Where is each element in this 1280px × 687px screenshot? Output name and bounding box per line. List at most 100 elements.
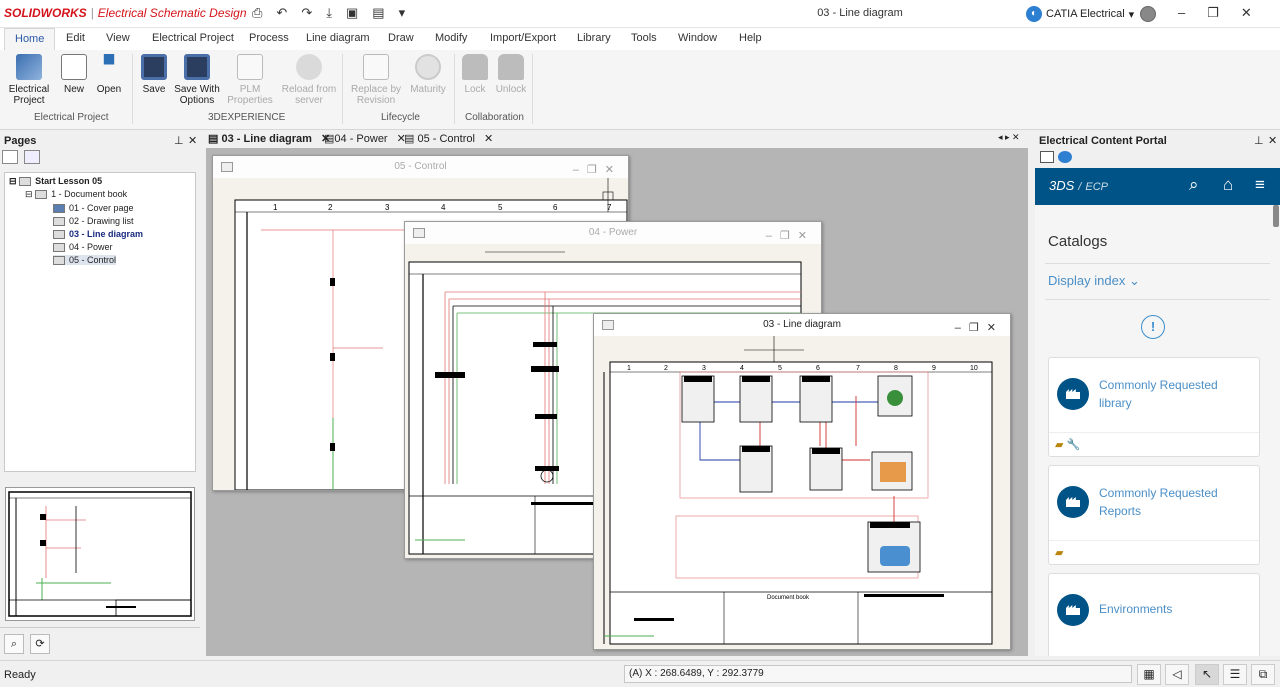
window-line-diagram[interactable]: 03 - Line diagram –❐✕ 1 2 3 4 5 6 7 8 9 10: [593, 313, 1011, 650]
grid-icon[interactable]: ▦: [1137, 664, 1161, 685]
menu-import-export[interactable]: Import/Export: [490, 32, 556, 44]
svg-text:1: 1: [273, 203, 278, 212]
tree-node-project[interactable]: ⊟ Start Lesson 05: [9, 176, 102, 187]
close-icon[interactable]: ✕: [484, 133, 493, 145]
menu-help[interactable]: Help: [739, 32, 762, 44]
tree-node-page[interactable]: 04 - Power: [53, 242, 113, 253]
save-icon: [141, 54, 167, 80]
globe-icon[interactable]: [1058, 151, 1072, 163]
unlock-button[interactable]: Unlock: [494, 54, 528, 95]
save-with-options-button[interactable]: Save With Options: [172, 54, 222, 106]
maturity-button[interactable]: Maturity: [408, 54, 448, 95]
pages-panel-header: Pages ⊥ ✕: [0, 133, 200, 147]
new-button[interactable]: New: [60, 54, 88, 95]
print-icon[interactable]: ⎙: [252, 5, 262, 21]
pin-icon[interactable]: ⊥: [1254, 134, 1264, 147]
menu-modify[interactable]: Modify: [435, 32, 467, 44]
menu-electrical-project[interactable]: Electrical Project: [152, 32, 234, 44]
tab-control[interactable]: ▤ 05 - Control ✕: [404, 132, 493, 145]
window-title-bar[interactable]: 03 - Line diagram –❐✕: [594, 314, 1010, 336]
page-icon[interactable]: [24, 150, 40, 164]
save-button[interactable]: Save: [140, 54, 168, 95]
plm-properties-button[interactable]: PLM Properties: [226, 54, 274, 106]
pages-tree: ⊟ Start Lesson 05 ⊟ 1 - Document book 01…: [4, 172, 196, 472]
folder-wrench-icon[interactable]: ▰ 🔧: [1055, 438, 1080, 451]
catalog-icon[interactable]: [1040, 151, 1054, 163]
tab-line-diagram[interactable]: ▤ 03 - Line diagram ✕: [208, 132, 330, 145]
card-label: Commonly Requested: [1099, 486, 1218, 500]
zoom-window-icon[interactable]: ⧉: [1251, 664, 1275, 685]
window-title-bar[interactable]: 04 - Power –❐✕: [405, 222, 821, 244]
ecp-panel-title: Electrical Content Portal: [1039, 135, 1167, 147]
button-label: Open: [96, 84, 122, 95]
undo-icon[interactable]: ↶: [276, 5, 287, 21]
folder-icon[interactable]: ▰: [1055, 546, 1063, 559]
close-icon[interactable]: ✕: [1268, 134, 1277, 147]
save-all-icon[interactable]: ▤: [372, 5, 384, 21]
menu-library[interactable]: Library: [577, 32, 611, 44]
minimize-icon[interactable]: –: [1178, 5, 1185, 21]
menu-draw[interactable]: Draw: [388, 32, 414, 44]
card-label: library: [1099, 396, 1132, 410]
info-icon[interactable]: !: [1141, 315, 1165, 339]
window-title-bar[interactable]: 05 - Control –❐✕: [213, 156, 628, 178]
menu-view[interactable]: View: [106, 32, 130, 44]
tree-node-page[interactable]: 01 - Cover page: [53, 203, 134, 214]
button-label: Electrical: [8, 84, 50, 95]
snap-icon[interactable]: ◁: [1165, 664, 1189, 685]
tab-power[interactable]: ▤04 - Power ✕: [324, 132, 406, 145]
avatar[interactable]: [1140, 6, 1156, 22]
tag-icon[interactable]: ⌂: [1223, 175, 1233, 195]
tab-scroll-arrows[interactable]: ◂ ▸ ✕: [998, 132, 1020, 143]
pin-icon[interactable]: ⊥: [174, 134, 184, 147]
reload-from-server-button[interactable]: Reload from server: [280, 54, 338, 106]
cursor-icon[interactable]: ↖: [1195, 664, 1219, 685]
customize-icon[interactable]: ▾: [399, 5, 406, 21]
search-icon[interactable]: ⌕: [1189, 175, 1199, 195]
close-icon[interactable]: ✕: [1241, 5, 1252, 21]
zoom-icon[interactable]: ⌕: [4, 634, 24, 654]
electrical-project-icon: [16, 54, 42, 80]
svg-text:4: 4: [441, 203, 446, 212]
svg-text:8: 8: [894, 365, 898, 372]
page-preview[interactable]: [5, 487, 195, 621]
menu-process[interactable]: Process: [249, 32, 289, 44]
menu-tools[interactable]: Tools: [631, 32, 657, 44]
lock-button[interactable]: Lock: [460, 54, 490, 95]
tree-label: Start Lesson 05: [35, 176, 103, 186]
button-label: Reload from: [281, 84, 337, 95]
catalog-card-environments[interactable]: Environments: [1048, 573, 1260, 656]
menu-edit[interactable]: Edit: [66, 32, 85, 44]
tree-node-page[interactable]: 05 - Control: [53, 255, 117, 266]
refresh-icon[interactable]: ⟳: [30, 634, 50, 654]
import-icon[interactable]: ⤓: [326, 5, 332, 21]
list-icon[interactable]: ☰: [1223, 664, 1247, 685]
collapse-icon[interactable]: ⊟: [9, 176, 17, 186]
menu-home[interactable]: Home: [4, 28, 56, 50]
folder-icon[interactable]: [2, 150, 18, 164]
tree-node-book[interactable]: ⊟ 1 - Document book: [25, 189, 127, 200]
tree-node-page[interactable]: 02 - Drawing list: [53, 216, 134, 227]
close-icon[interactable]: ✕: [188, 134, 197, 147]
tree-label: 03 - Line diagram: [69, 229, 144, 239]
replace-by-revision-button[interactable]: Replace by Revision: [348, 54, 404, 106]
electrical-project-button[interactable]: Electrical Project: [6, 54, 52, 106]
account-menu[interactable]: ◐ CATIA Electrical ▾: [1026, 6, 1134, 22]
page-icon: [53, 204, 65, 214]
catalog-card-reports[interactable]: Commonly Requested Reports ▰: [1048, 465, 1260, 565]
button-label: Save With: [174, 84, 220, 95]
restore-icon[interactable]: ❐: [1207, 5, 1219, 21]
scrollbar-thumb[interactable]: [1273, 205, 1279, 227]
save-icon[interactable]: ▣: [346, 5, 358, 21]
open-button[interactable]: Open: [94, 54, 124, 95]
menu-line-diagram[interactable]: Line diagram: [306, 32, 370, 44]
redo-icon[interactable]: ↷: [301, 5, 312, 21]
brand-name: SOLIDWORKS: [4, 6, 87, 20]
menu-icon[interactable]: ≡: [1255, 175, 1265, 195]
menu-window[interactable]: Window: [678, 32, 717, 44]
tree-label: 05 - Control: [69, 255, 117, 265]
tree-node-page-active[interactable]: 03 - Line diagram: [53, 229, 144, 240]
catalog-card-library[interactable]: Commonly Requested library ▰ 🔧: [1048, 357, 1260, 457]
collapse-icon[interactable]: ⊟: [25, 189, 33, 199]
display-index-dropdown[interactable]: Display index ⌄: [1048, 273, 1140, 289]
